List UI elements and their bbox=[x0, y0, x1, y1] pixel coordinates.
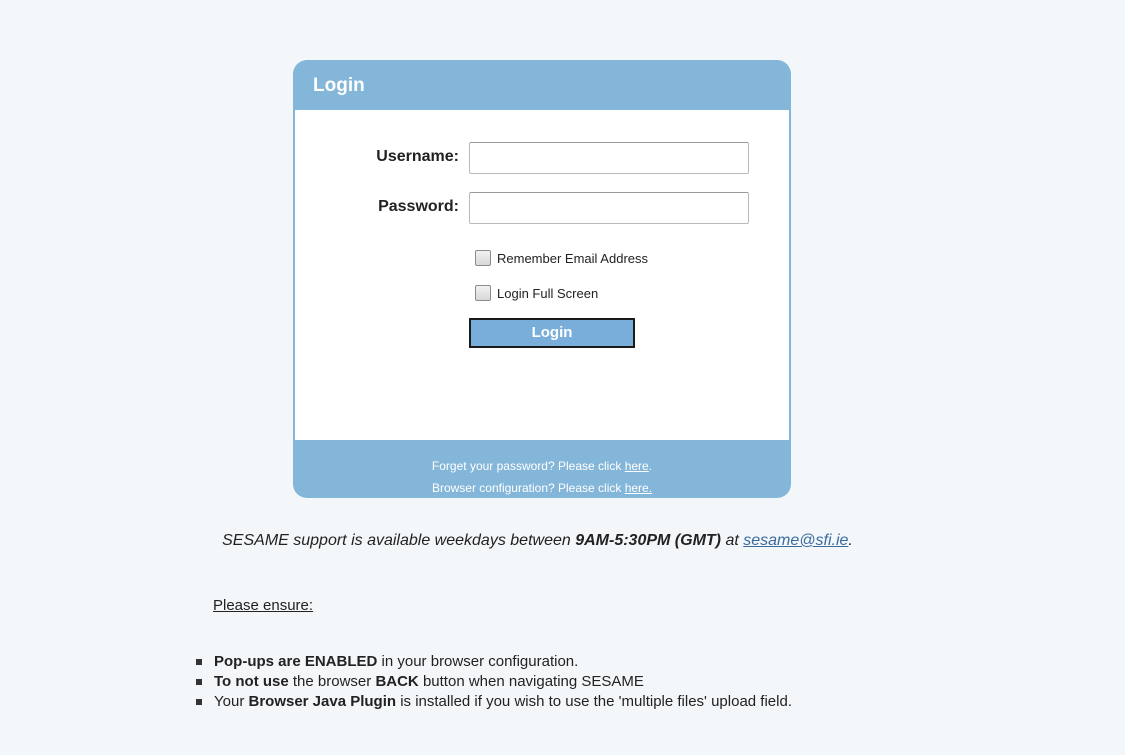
password-row: Password: bbox=[295, 192, 789, 224]
note-bold: To not use bbox=[214, 673, 289, 690]
bullet-icon bbox=[196, 699, 202, 705]
note-text: in your browser configuration. bbox=[381, 653, 579, 670]
ensure-heading: Please ensure: bbox=[213, 597, 314, 614]
login-full-screen-checkbox[interactable] bbox=[475, 285, 491, 301]
login-button[interactable]: Login bbox=[469, 318, 635, 348]
login-title: Login bbox=[313, 75, 365, 96]
note-bold: Browser Java Plugin bbox=[248, 693, 397, 710]
login-form: Username: Password: Remember Email Addre… bbox=[295, 110, 789, 440]
login-full-screen-row[interactable]: Login Full Screen bbox=[475, 283, 598, 303]
remember-email-checkbox[interactable] bbox=[475, 250, 491, 266]
browser-config-link[interactable]: here. bbox=[625, 481, 652, 495]
support-hours: 9AM-5:30PM (GMT) bbox=[575, 532, 721, 549]
note-bold: Pop-ups are ENABLED bbox=[214, 653, 378, 670]
note-text: is installed if you wish to use the 'mul… bbox=[400, 693, 792, 710]
bullet-icon bbox=[196, 679, 202, 685]
support-middle: at bbox=[725, 532, 739, 549]
username-row: Username: bbox=[295, 142, 789, 174]
password-input[interactable] bbox=[469, 192, 749, 224]
note-lead: Your bbox=[214, 693, 245, 710]
support-email-link[interactable]: sesame@sfi.ie bbox=[743, 532, 848, 549]
login-panel: Login Username: Password: Remember Email… bbox=[293, 60, 791, 498]
requirements-list: Pop-ups are ENABLED in your browser conf… bbox=[196, 652, 792, 712]
bullet-icon bbox=[196, 659, 202, 665]
browser-config-text: Browser configuration? Please click bbox=[431, 481, 622, 495]
support-suffix: . bbox=[848, 532, 853, 549]
forgot-password-suffix: . bbox=[648, 459, 653, 473]
support-prefix: SESAME support is available weekdays bet… bbox=[222, 532, 571, 549]
list-item: Your Browser Java Plugin is installed if… bbox=[196, 692, 792, 712]
support-notice: SESAME support is available weekdays bet… bbox=[0, 532, 1075, 550]
forgot-password-link[interactable]: here bbox=[625, 459, 649, 473]
note-bold-back: BACK bbox=[375, 673, 419, 690]
remember-email-label: Remember Email Address bbox=[497, 250, 648, 266]
help-links: Forget your password? Please click here.… bbox=[293, 456, 791, 500]
login-full-screen-label: Login Full Screen bbox=[497, 285, 599, 301]
list-item: Pop-ups are ENABLED in your browser conf… bbox=[196, 652, 792, 672]
forgot-password-line: Forget your password? Please click here. bbox=[293, 456, 791, 476]
forgot-password-text: Forget your password? Please click bbox=[431, 459, 622, 473]
note-text: the browser bbox=[292, 673, 372, 690]
remember-email-row[interactable]: Remember Email Address bbox=[475, 248, 648, 268]
username-label: Username: bbox=[376, 148, 459, 165]
list-item: To not use the browser BACK button when … bbox=[196, 672, 792, 692]
username-input[interactable] bbox=[469, 142, 749, 174]
note-text-rest: button when navigating SESAME bbox=[422, 673, 644, 690]
browser-config-line: Browser configuration? Please click here… bbox=[293, 478, 791, 498]
password-label: Password: bbox=[378, 198, 459, 215]
